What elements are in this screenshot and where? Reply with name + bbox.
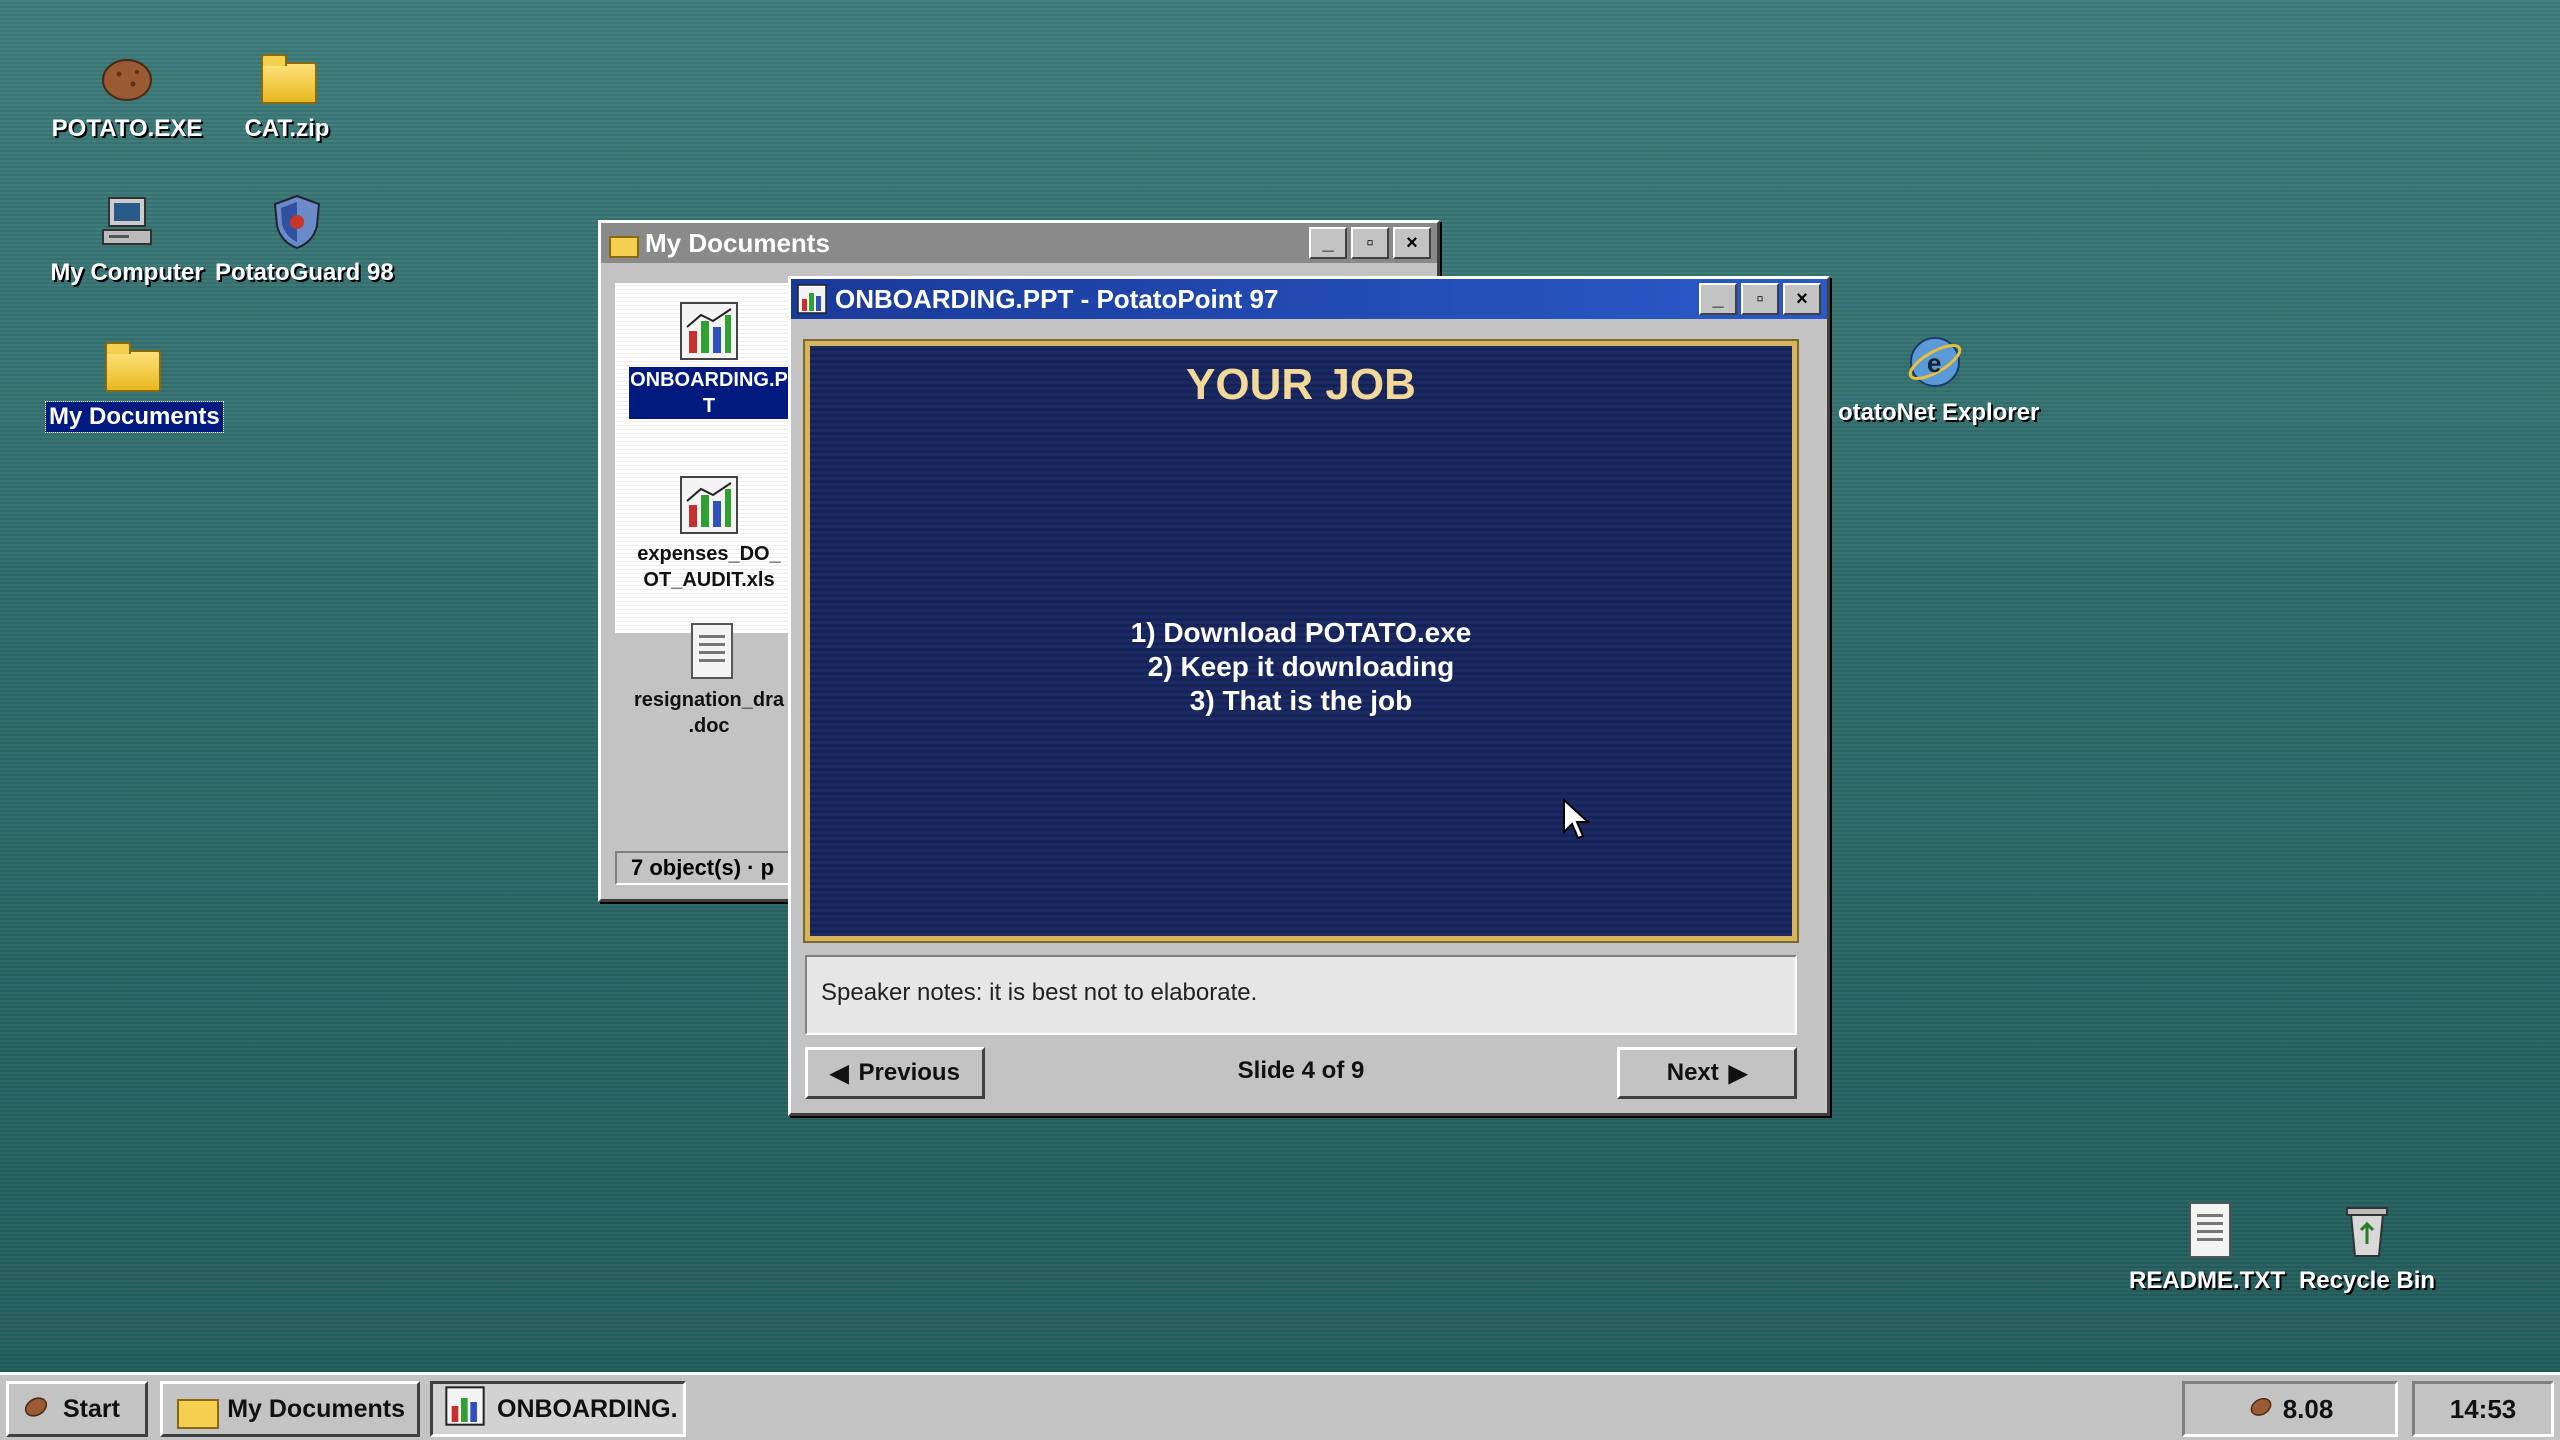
close-button[interactable]: × [1783, 283, 1821, 315]
file-item-expenses[interactable]: expenses_DO_ OT_AUDIT.xls [629, 475, 789, 593]
mouse-cursor-icon [1563, 798, 1590, 840]
desktop-icon-potato-exe[interactable]: POTATO.EXE [42, 48, 212, 144]
desktop-icon-potatoguard[interactable]: PotatoGuard 98 [212, 192, 394, 288]
minimize-button[interactable]: _ [1309, 227, 1347, 259]
potato-icon [2247, 1392, 2275, 1427]
file-label: resignation_dra .doc [633, 689, 785, 737]
start-button[interactable]: Start [6, 1381, 148, 1437]
desktop-icon-label: PotatoGuard 98 [215, 259, 394, 286]
recycle-bin-icon [2337, 1200, 2397, 1260]
desktop-icon-label: POTATO.EXE [51, 115, 203, 142]
triangle-right-icon: ▶ [1728, 1059, 1748, 1087]
taskbar: Start My Documents ONBOARDING. 8.08 14:5… [0, 1372, 2560, 1440]
tray-value: 8.08 [2282, 1393, 2334, 1424]
start-label: Start [63, 1394, 120, 1423]
desktop-icon-my-computer[interactable]: My Computer [42, 192, 212, 288]
desktop-icon-label: README.TXT [2129, 1267, 2285, 1294]
desktop-icon-label: CAT.zip [244, 115, 330, 142]
shield-icon [267, 192, 327, 252]
desktop-icon-label: Recycle Bin [2298, 1267, 2436, 1294]
next-button[interactable]: Next ▶ [1617, 1047, 1797, 1099]
maximize-button[interactable]: ▫ [1741, 283, 1779, 315]
file-label: ONBOARDING.P T [629, 367, 789, 419]
close-button[interactable]: × [1393, 227, 1431, 259]
explorer-titlebar[interactable]: My Documents _ ▫ × [601, 223, 1437, 263]
task-onboarding[interactable]: ONBOARDING. [430, 1381, 686, 1437]
browser-globe-icon: e [1905, 332, 1965, 392]
presentation-chart-icon [679, 301, 739, 361]
slide-bullet: 2) Keep it downloading [1147, 651, 1455, 682]
slide-bullets: 1) Download POTATO.exe 2) Keep it downlo… [810, 616, 1792, 718]
desktop-icon-label: My Computer [50, 259, 204, 286]
clock[interactable]: 14:53 [2412, 1381, 2554, 1437]
task-label: ONBOARDING. [497, 1394, 678, 1423]
desktop-icon-my-documents[interactable]: My Documents [45, 336, 224, 433]
presentation-window[interactable]: ONBOARDING.PPT - PotatoPoint 97 _ ▫ × YO… [788, 276, 1830, 1116]
file-item-resignation[interactable]: resignation_dra .doc [629, 621, 789, 739]
file-item-onboarding[interactable]: ONBOARDING.P T [629, 301, 789, 419]
desktop-icon-recycle-bin[interactable]: Recycle Bin [2282, 1200, 2452, 1296]
potato-icon [21, 1391, 51, 1428]
maximize-button[interactable]: ▫ [1351, 227, 1389, 259]
svg-text:e: e [1927, 348, 1941, 378]
speaker-notes: Speaker notes: it is best not to elabora… [805, 955, 1797, 1035]
folder-icon [607, 230, 639, 258]
presentation-titlebar[interactable]: ONBOARDING.PPT - PotatoPoint 97 _ ▫ × [791, 279, 1827, 319]
desktop-icon-readme[interactable]: README.TXT [2122, 1200, 2292, 1296]
desktop-icon-cat-zip[interactable]: CAT.zip [202, 48, 372, 144]
slide-navigation: ◀ Previous Slide 4 of 9 Next ▶ [805, 1047, 1797, 1101]
presentation-chart-icon [797, 284, 827, 314]
spreadsheet-chart-icon [679, 475, 739, 535]
task-my-documents[interactable]: My Documents [160, 1381, 420, 1437]
explorer-title: My Documents [645, 227, 830, 258]
slide-canvas[interactable]: YOUR JOB 1) Download POTATO.exe 2) Keep … [803, 339, 1799, 943]
system-tray-potato[interactable]: 8.08 [2182, 1381, 2398, 1437]
task-label: My Documents [227, 1394, 405, 1423]
desktop-icon-potatonet-explorer[interactable]: e otatoNet Explorer [1835, 332, 2039, 428]
computer-icon [97, 192, 157, 252]
document-icon [679, 621, 739, 681]
folder-icon [175, 1391, 219, 1429]
presentation-title: ONBOARDING.PPT - PotatoPoint 97 [835, 283, 1279, 314]
presentation-chart-icon [445, 1385, 485, 1433]
slide-bullet: 1) Download POTATO.exe [1130, 617, 1472, 648]
folder-zip-icon [257, 48, 317, 108]
slide-bullet: 3) That is the job [1189, 685, 1413, 716]
folder-icon [101, 336, 161, 396]
file-label: expenses_DO_ OT_AUDIT.xls [637, 543, 781, 591]
potato-icon [97, 48, 157, 108]
next-label: Next [1666, 1059, 1719, 1086]
desktop-icon-label: otatoNet Explorer [1838, 399, 2040, 426]
text-file-icon [2177, 1200, 2237, 1260]
desktop-icon-label: My Documents [45, 401, 224, 433]
slide-title: YOUR JOB [1186, 360, 1416, 409]
minimize-button[interactable]: _ [1699, 283, 1737, 315]
